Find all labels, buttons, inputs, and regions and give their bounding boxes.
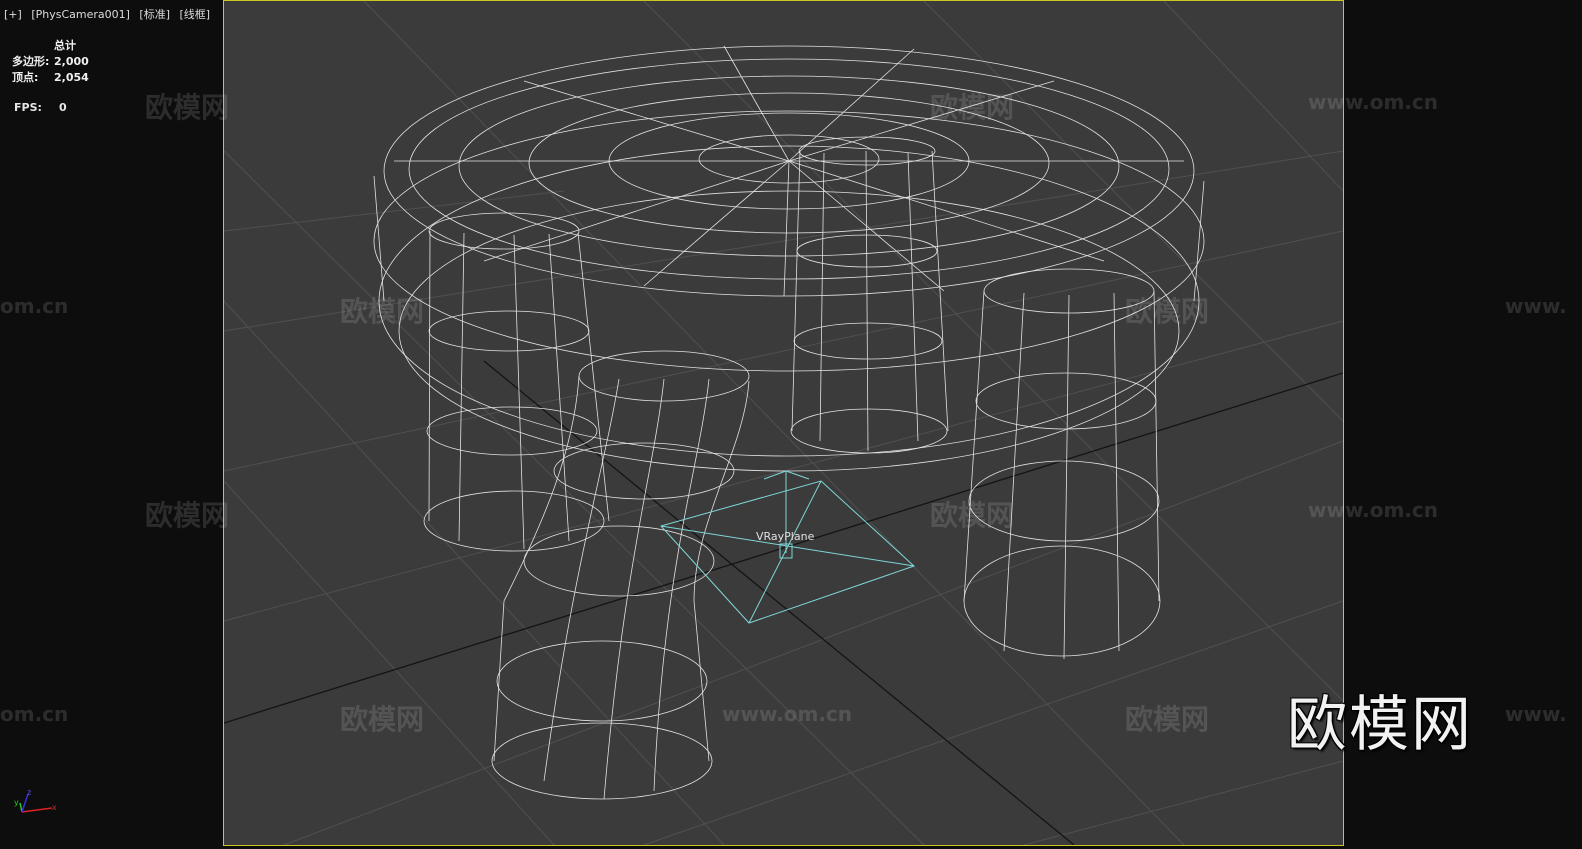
fps-readout: FPS: 0 — [14, 101, 67, 114]
vrayplane-label: VRayPlane — [756, 530, 815, 543]
viewport-camera-label[interactable]: [PhysCamera001] — [31, 8, 130, 21]
fps-value: 0 — [59, 101, 67, 114]
watermark-url-fragment: om.cn — [0, 294, 69, 318]
fps-label: FPS: — [14, 101, 42, 114]
polygons-value: 2,000 — [54, 55, 89, 68]
watermark-url-prefix: www. — [1505, 294, 1567, 318]
axis-tripod-icon: x y z — [14, 788, 57, 813]
axis-y-label: y — [14, 798, 19, 807]
watermark-cn: 欧模网 — [930, 499, 1015, 532]
viewport-display-label[interactable]: [线框] — [180, 8, 211, 21]
watermark-url-fragment: om.cn — [0, 702, 69, 726]
watermark-url: www.om.cn — [1308, 498, 1439, 522]
watermark-cn: 欧模网 — [340, 295, 425, 328]
axis-z-label: z — [27, 788, 31, 797]
viewport-menu-plus[interactable]: [+] — [4, 8, 22, 21]
watermark-cn: 欧模网 — [145, 91, 230, 124]
viewport-label-bar: [+] [PhysCamera001] [标准] [线框] — [4, 6, 216, 22]
watermark-cn: 欧模网 — [1125, 703, 1210, 736]
vertices-label: 顶点: — [12, 71, 39, 84]
viewport-shading-label[interactable]: [标准] — [139, 8, 170, 21]
axis-x-label: x — [52, 803, 57, 812]
statistics-panel: 总计 多边形: 2,000 顶点: 2,054 — [12, 38, 89, 86]
axis-tripod: x y z — [10, 788, 60, 822]
watermark-cn: 欧模网 — [340, 703, 425, 736]
watermark-url: www.om.cn — [1308, 90, 1439, 114]
brand-logo: 欧模网 — [1287, 690, 1473, 760]
polygons-label: 多边形: — [12, 55, 50, 68]
vertices-value: 2,054 — [54, 71, 89, 84]
ground-axis-lines — [224, 360, 1343, 845]
watermark-cn: 欧模网 — [930, 91, 1015, 124]
watermark-url: www.om.cn — [722, 702, 853, 726]
stats-header: 总计 — [54, 39, 76, 52]
watermark-cn: 欧模网 — [145, 499, 230, 532]
watermark-cn: 欧模网 — [1125, 295, 1210, 328]
watermark-url-prefix: www. — [1505, 702, 1567, 726]
